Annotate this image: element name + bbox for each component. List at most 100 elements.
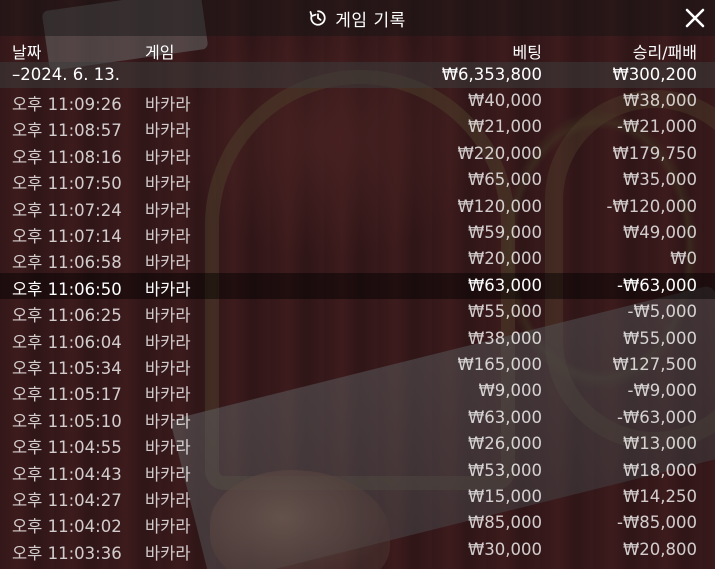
summary-date: –2024. 6. 13. xyxy=(12,65,120,84)
table-row[interactable]: 오후 11:04:55 바카라 ₩26,000 ₩13,000 xyxy=(0,431,715,457)
row-time: 오후 11:07:24 xyxy=(12,200,122,220)
row-bet: ₩63,000 xyxy=(467,407,542,427)
row-winloss: ₩20,800 xyxy=(622,539,697,559)
table-row[interactable]: 오후 11:08:57 바카라 ₩21,000 -₩21,000 xyxy=(0,114,715,140)
row-game: 바카라 xyxy=(145,147,191,167)
row-time: 오후 11:04:43 xyxy=(12,464,122,484)
table-row[interactable]: 오후 11:03:36 바카라 ₩30,000 ₩20,800 xyxy=(0,537,715,563)
row-bet: ₩59,000 xyxy=(467,223,542,242)
row-time: 오후 11:08:57 xyxy=(12,121,122,141)
row-winloss: ₩14,250 xyxy=(622,487,697,506)
table-row[interactable]: 오후 11:06:50 바카라 ₩63,000 -₩63,000 xyxy=(0,272,715,299)
table-row[interactable]: 오후 11:04:27 바카라 ₩15,000 ₩14,250 xyxy=(0,484,715,510)
row-time: 오후 11:08:16 xyxy=(12,147,122,167)
row-game: 바카라 xyxy=(145,306,191,326)
row-time: 오후 11:07:50 xyxy=(12,174,122,194)
table-row[interactable]: 오후 11:06:25 바카라 ₩55,000 -₩5,000 xyxy=(0,299,715,325)
row-game: 바카라 xyxy=(145,464,191,484)
row-winloss: -₩5,000 xyxy=(627,302,697,322)
header-title-group: 게임 기록 xyxy=(309,6,405,31)
row-winloss: ₩18,000 xyxy=(622,460,697,480)
summary-bet-total: ₩6,353,800 xyxy=(441,65,542,84)
table-row[interactable]: 오후 11:05:34 바카라 ₩165,000 ₩127,500 xyxy=(0,352,715,378)
row-game: 바카라 xyxy=(145,200,191,220)
table-row[interactable]: 오후 11:07:50 바카라 ₩65,000 ₩35,000 xyxy=(0,167,715,193)
row-bet: ₩38,000 xyxy=(467,328,542,348)
row-bet: ₩63,000 xyxy=(467,275,542,295)
row-winloss: ₩127,500 xyxy=(612,355,697,374)
table-row[interactable]: 오후 11:05:10 바카라 ₩63,000 -₩63,000 xyxy=(0,405,715,431)
row-game: 바카라 xyxy=(145,411,191,431)
row-game: 바카라 xyxy=(145,253,191,273)
row-time: 오후 11:07:14 xyxy=(12,227,122,246)
row-bet: ₩15,000 xyxy=(467,487,542,506)
table-row[interactable]: 오후 11:05:17 바카라 ₩9,000 -₩9,000 xyxy=(0,378,715,404)
row-game: 바카라 xyxy=(145,121,191,141)
row-time: 오후 11:04:02 xyxy=(12,517,122,537)
row-time: 오후 11:09:26 xyxy=(12,95,122,114)
row-winloss: -₩120,000 xyxy=(606,196,697,216)
table-row[interactable]: 오후 11:06:04 바카라 ₩38,000 ₩55,000 xyxy=(0,326,715,352)
row-bet: ₩220,000 xyxy=(457,143,542,163)
row-winloss: ₩13,000 xyxy=(622,434,697,454)
row-game: 바카라 xyxy=(145,385,191,405)
row-game: 바카라 xyxy=(145,543,191,563)
row-winloss: -₩85,000 xyxy=(616,513,697,533)
row-winloss: ₩35,000 xyxy=(622,170,697,190)
summary-winloss-total: ₩300,200 xyxy=(612,65,697,84)
row-game: 바카라 xyxy=(145,332,191,352)
row-time: 오후 11:05:34 xyxy=(12,359,122,378)
table-row[interactable]: 오후 11:07:14 바카라 ₩59,000 ₩49,000 xyxy=(0,220,715,246)
row-game: 바카라 xyxy=(145,438,191,458)
row-game: 바카라 xyxy=(145,279,191,299)
row-bet: ₩120,000 xyxy=(457,196,542,216)
row-bet: ₩65,000 xyxy=(467,170,542,190)
row-winloss: ₩55,000 xyxy=(622,328,697,348)
table-row[interactable]: 오후 11:07:24 바카라 ₩120,000 -₩120,000 xyxy=(0,194,715,220)
row-bet: ₩9,000 xyxy=(478,381,542,401)
row-time: 오후 11:05:10 xyxy=(12,411,122,431)
page-title: 게임 기록 xyxy=(335,10,406,31)
row-game: 바카라 xyxy=(145,517,191,537)
row-bet: ₩55,000 xyxy=(467,302,542,322)
row-time: 오후 11:06:50 xyxy=(12,279,122,299)
row-game: 바카라 xyxy=(145,227,191,246)
row-bet: ₩40,000 xyxy=(467,91,542,110)
row-bet: ₩53,000 xyxy=(467,460,542,480)
panel-header: 게임 기록 xyxy=(0,0,715,36)
row-winloss: -₩9,000 xyxy=(627,381,697,401)
row-time: 오후 11:06:25 xyxy=(12,306,122,326)
row-bet: ₩21,000 xyxy=(467,117,542,137)
column-header-winloss[interactable]: 승리/패배 xyxy=(633,39,697,63)
table-row[interactable]: 오후 11:04:43 바카라 ₩53,000 ₩18,000 xyxy=(0,458,715,484)
column-header-bet[interactable]: 베팅 xyxy=(513,39,542,63)
table-row[interactable]: 오후 11:09:26 바카라 ₩40,000 ₩38,000 xyxy=(0,88,715,114)
row-time: 오후 11:05:17 xyxy=(12,385,122,405)
row-time: 오후 11:06:58 xyxy=(12,253,122,273)
close-icon[interactable] xyxy=(685,8,705,28)
row-game: 바카라 xyxy=(145,491,191,510)
table-header: 날짜 게임 베팅 승리/패배 xyxy=(0,36,715,62)
row-game: 바카라 xyxy=(145,95,191,114)
row-winloss: ₩49,000 xyxy=(622,223,697,242)
table-row[interactable]: 오후 11:04:02 바카라 ₩85,000 -₩85,000 xyxy=(0,510,715,536)
row-game: 바카라 xyxy=(145,174,191,194)
table-row[interactable]: 오후 11:06:58 바카라 ₩20,000 ₩0 xyxy=(0,246,715,272)
row-bet: ₩26,000 xyxy=(467,434,542,454)
row-bet: ₩85,000 xyxy=(467,513,542,533)
column-header-date[interactable]: 날짜 xyxy=(12,39,41,63)
row-winloss: -₩63,000 xyxy=(616,407,697,427)
row-time: 오후 11:06:04 xyxy=(12,332,122,352)
row-winloss: -₩21,000 xyxy=(616,117,697,137)
row-winloss: -₩63,000 xyxy=(616,275,697,295)
row-bet: ₩165,000 xyxy=(457,355,542,374)
row-bet: ₩20,000 xyxy=(467,249,542,269)
row-time: 오후 11:04:27 xyxy=(12,491,122,510)
date-summary-row[interactable]: –2024. 6. 13. ₩6,353,800 ₩300,200 xyxy=(0,62,715,88)
row-time: 오후 11:03:36 xyxy=(12,543,122,563)
column-header-game[interactable]: 게임 xyxy=(145,39,174,63)
row-time: 오후 11:04:55 xyxy=(12,438,122,458)
row-winloss: ₩179,750 xyxy=(612,143,697,163)
row-winloss: ₩0 xyxy=(670,249,697,269)
table-row[interactable]: 오후 11:08:16 바카라 ₩220,000 ₩179,750 xyxy=(0,141,715,167)
